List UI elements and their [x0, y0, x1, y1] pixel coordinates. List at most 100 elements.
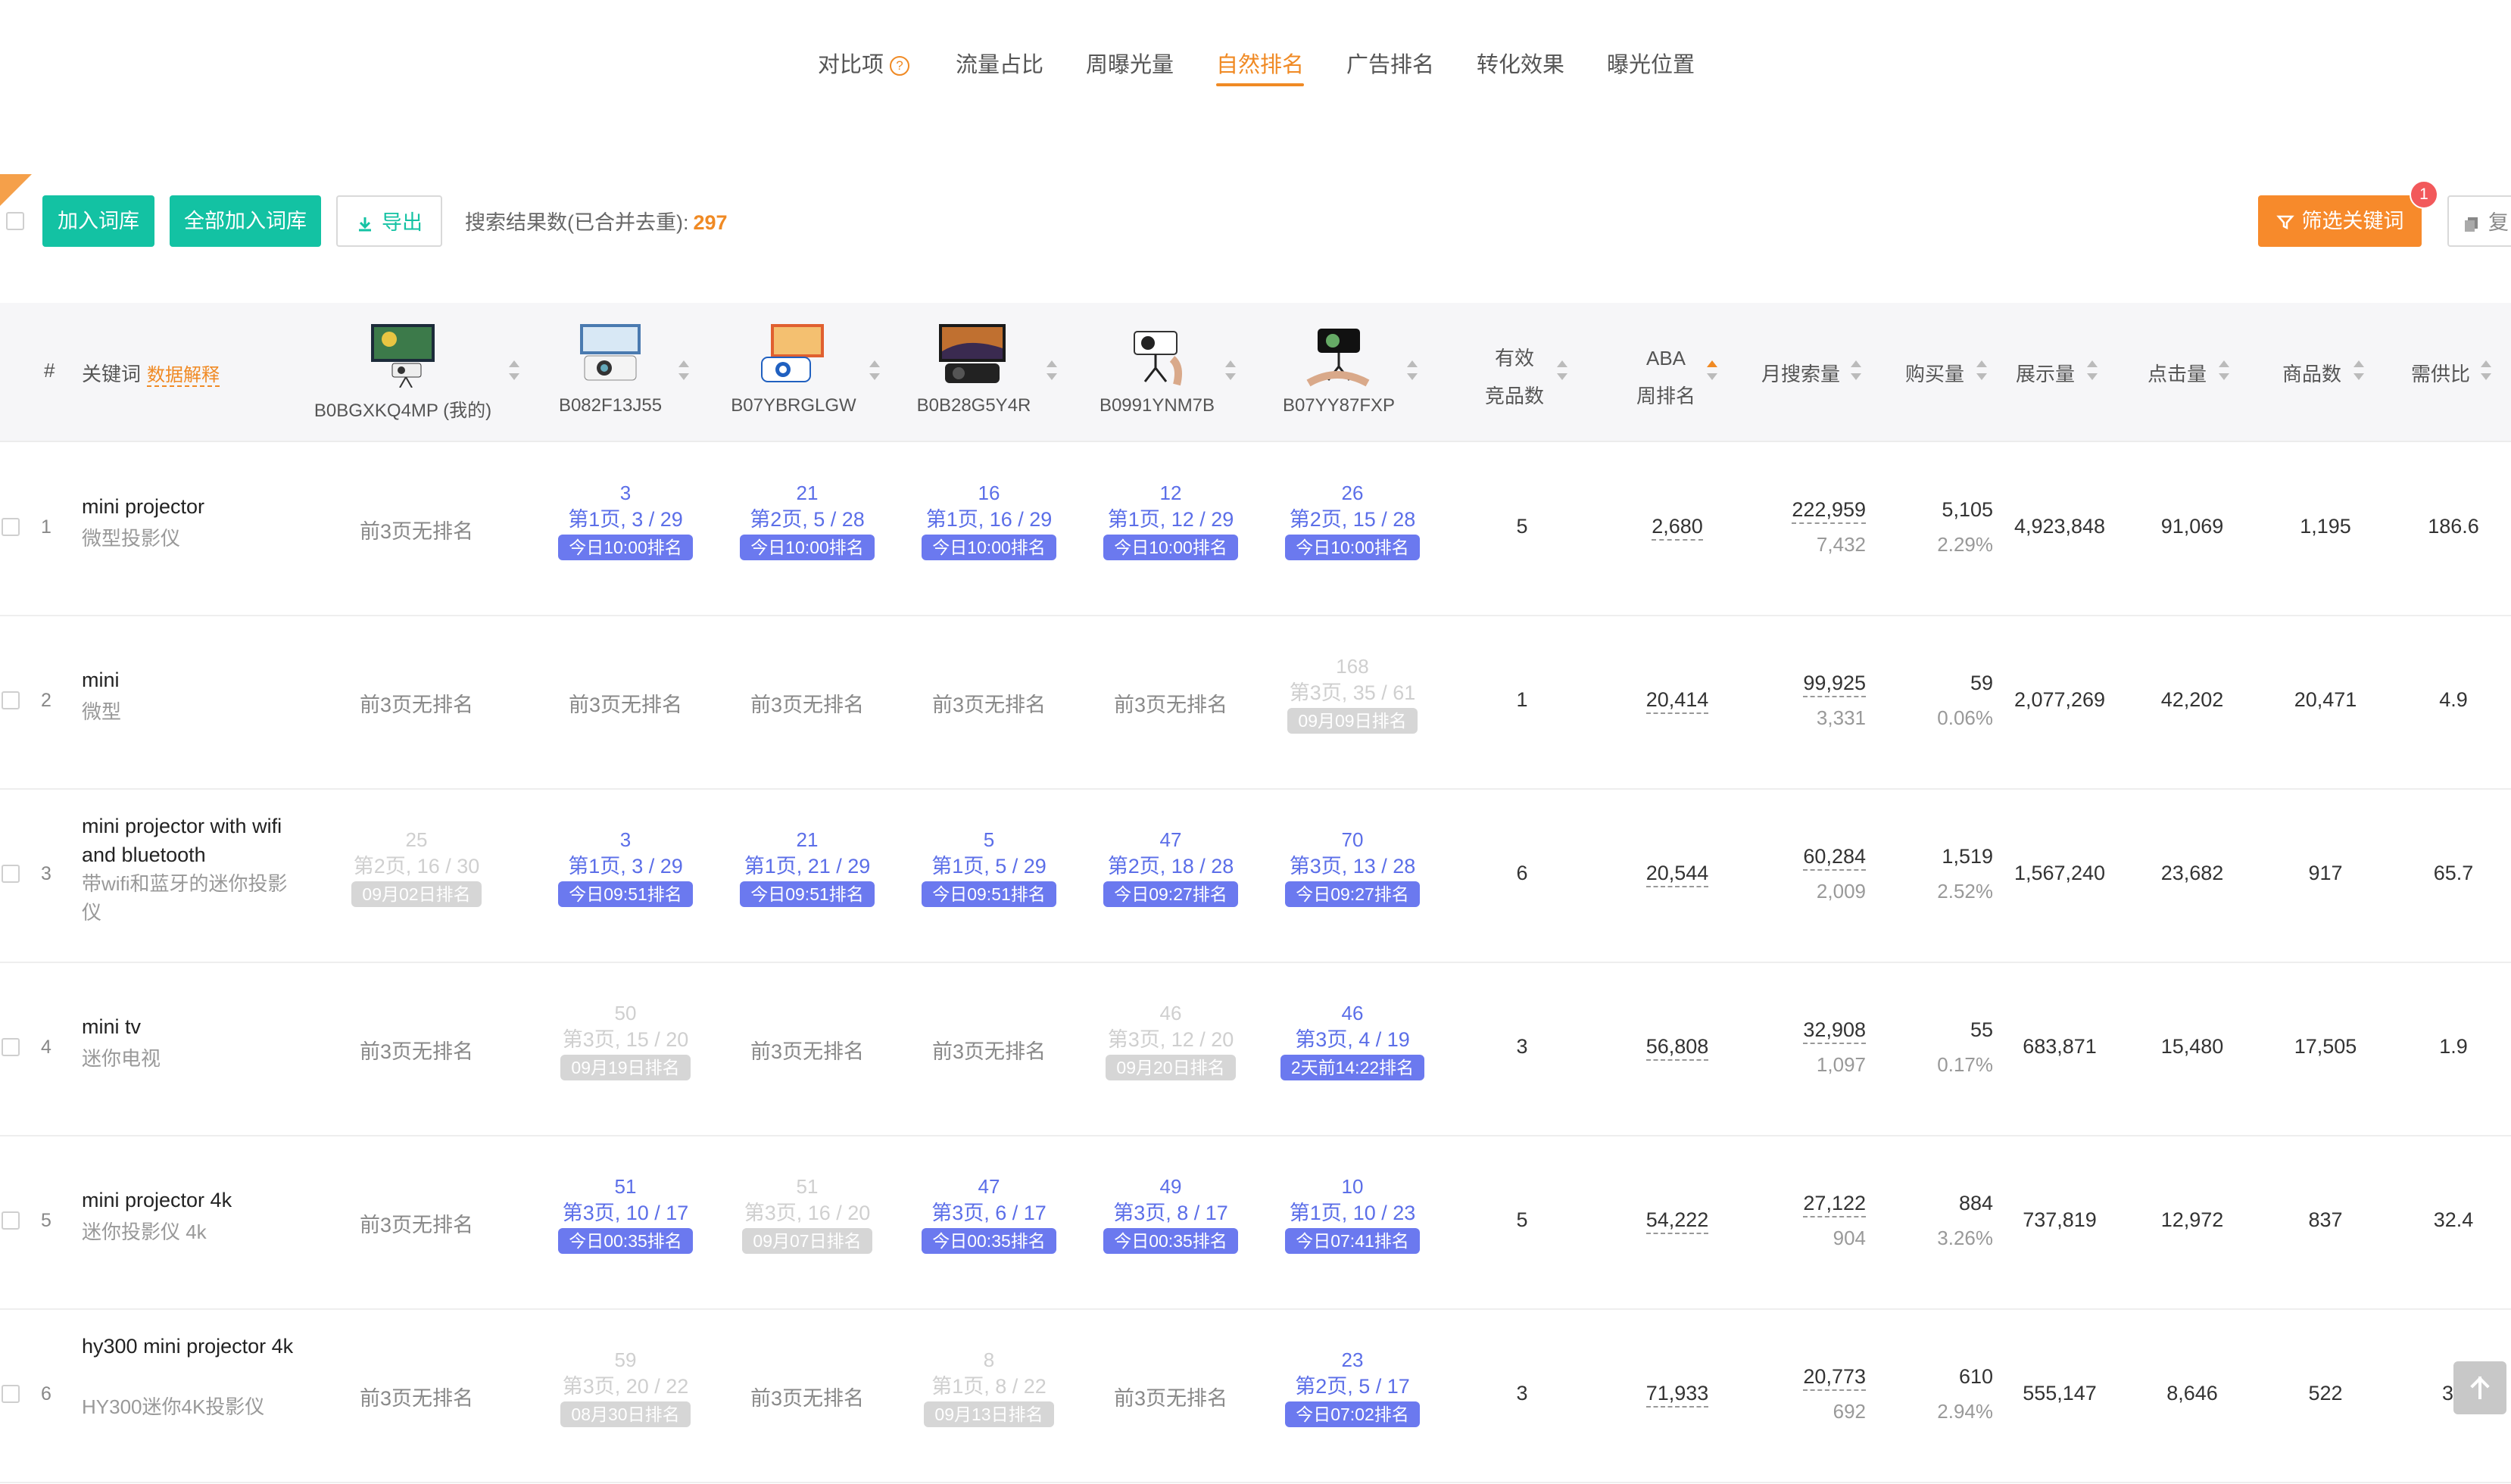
sort-icon[interactable]: [509, 360, 519, 380]
tab-exposure-position[interactable]: 曝光位置: [1607, 44, 1695, 86]
rank-cell[interactable]: 46 第3页, 12 / 20 09月20日排名: [1080, 1000, 1262, 1080]
row-checkbox[interactable]: [2, 865, 20, 883]
keyword-en[interactable]: hy300 mini projector 4k: [82, 1332, 301, 1361]
tab-ad-rank[interactable]: 广告排名: [1346, 44, 1434, 86]
clicks: 8,646: [2166, 1382, 2218, 1404]
aba-weekly-rank[interactable]: 2,680: [1628, 515, 1727, 541]
keyword-en[interactable]: mini projector 4k: [82, 1186, 301, 1214]
rank-none: 前3页无排名: [359, 1387, 474, 1410]
rank-number: 59: [614, 1348, 637, 1371]
rank-cell[interactable]: 10 第1页, 10 / 23 今日07:41排名: [1262, 1174, 1443, 1254]
rank-cell[interactable]: 59 第3页, 20 / 22 08月30日排名: [535, 1347, 716, 1427]
rank-cell[interactable]: 51 第3页, 10 / 17 今日00:35排名: [535, 1174, 716, 1254]
sort-icon[interactable]: [1976, 360, 1987, 380]
rank-cell[interactable]: 16 第1页, 16 / 29 今日10:00排名: [898, 480, 1080, 560]
rank-number: 50: [614, 1002, 637, 1024]
impressions: 4,923,848: [2013, 515, 2106, 538]
supply-demand-ratio: 186.6: [2428, 515, 2479, 538]
rank-cell[interactable]: 50 第3页, 15 / 20 09月19日排名: [535, 1000, 716, 1080]
rank-cell[interactable]: 5 第1页, 5 / 29 今日09:51排名: [898, 827, 1080, 907]
sort-icon[interactable]: [678, 360, 689, 380]
purchase-rate: 0.06%: [1937, 706, 1993, 729]
rank-cell[interactable]: 46 第3页, 4 / 19 2天前14:22排名: [1262, 1000, 1443, 1080]
row-checkbox[interactable]: [2, 518, 20, 536]
monthly-search[interactable]: 60,284: [1734, 845, 1866, 871]
aba-weekly-rank[interactable]: 20,414: [1628, 688, 1727, 714]
sort-icon[interactable]: [2087, 360, 2098, 380]
sort-icon[interactable]: [1047, 360, 1057, 380]
rank-cell[interactable]: 25 第2页, 16 / 30 09月02日排名: [326, 827, 507, 907]
rank-cell[interactable]: 47 第2页, 18 / 28 今日09:27排名: [1080, 827, 1262, 907]
monthly-search[interactable]: 20,773: [1734, 1365, 1866, 1391]
supply-demand-ratio: 4.9: [2439, 688, 2468, 711]
data-explain-link[interactable]: 数据解释: [147, 365, 220, 387]
row-checkbox[interactable]: [2, 691, 20, 709]
monthly-search[interactable]: 99,925: [1734, 672, 1866, 697]
aba-weekly-rank[interactable]: 56,808: [1628, 1035, 1727, 1061]
export-button[interactable]: 导出: [336, 195, 442, 247]
sort-icon[interactable]: [869, 360, 880, 380]
scroll-top-icon[interactable]: [2453, 1361, 2506, 1414]
rank-time-tag: 今日07:02排名: [1285, 1401, 1420, 1427]
keyword-cn: 迷你电视: [82, 1047, 161, 1070]
rank-cell[interactable]: 12 第1页, 12 / 29 今日10:00排名: [1080, 480, 1262, 560]
rank-cell[interactable]: 3 第1页, 3 / 29 今日10:00排名: [535, 480, 716, 560]
aba-weekly-rank[interactable]: 54,222: [1628, 1208, 1727, 1234]
rank-cell[interactable]: 8 第1页, 8 / 22 09月13日排名: [898, 1347, 1080, 1427]
rank-cell[interactable]: 168 第3页, 35 / 61 09月09日排名: [1262, 653, 1443, 734]
rank-page-position: 第3页, 8 / 17: [1113, 1202, 1228, 1224]
rank-cell[interactable]: 23 第2页, 5 / 17 今日07:02排名: [1262, 1347, 1443, 1427]
rank-page-position: 第1页, 3 / 29: [568, 508, 683, 531]
sort-icon[interactable]: [2353, 360, 2364, 380]
rank-none: 前3页无排名: [359, 1214, 474, 1236]
rank-number: 8: [983, 1348, 995, 1371]
sort-icon[interactable]: [2481, 360, 2491, 380]
impressions: 737,819: [2023, 1208, 2097, 1231]
select-all-checkbox[interactable]: [6, 212, 24, 230]
row-checkbox[interactable]: [2, 1038, 20, 1056]
help-icon[interactable]: ?: [890, 56, 910, 76]
rank-cell[interactable]: 3 第1页, 3 / 29 今日09:51排名: [535, 827, 716, 907]
sort-icon[interactable]: [1851, 360, 1861, 380]
filter-icon: [2275, 215, 2294, 229]
tab-organic-rank[interactable]: 自然排名: [1216, 44, 1305, 86]
add-all-to-library-button[interactable]: 全部加入词库: [170, 195, 321, 247]
filter-keywords-button[interactable]: 筛选关键词: [2258, 195, 2422, 247]
keyword-en[interactable]: mini tv: [82, 1012, 301, 1041]
rank-time-tag: 今日10:00排名: [1103, 535, 1238, 560]
rank-none: 前3页无排名: [750, 1040, 865, 1063]
copy-button[interactable]: 复: [2447, 195, 2511, 247]
row-checkbox[interactable]: [2, 1211, 20, 1230]
rank-time-tag: 09月09日排名: [1287, 708, 1418, 734]
tab-traffic-share[interactable]: 流量占比: [956, 44, 1043, 86]
rank-cell[interactable]: 70 第3页, 13 / 28 今日09:27排名: [1262, 827, 1443, 907]
add-to-library-button[interactable]: 加入词库: [42, 195, 154, 247]
aba-weekly-rank[interactable]: 71,933: [1628, 1382, 1727, 1408]
clicks: 42,202: [2160, 688, 2224, 711]
tab-weekly-impressions[interactable]: 周曝光量: [1086, 44, 1174, 86]
monthly-search[interactable]: 32,908: [1734, 1018, 1866, 1044]
rank-cell[interactable]: 21 第1页, 21 / 29 今日09:51排名: [716, 827, 898, 907]
rank-cell[interactable]: 26 第2页, 15 / 28 今日10:00排名: [1262, 480, 1443, 560]
rank-cell[interactable]: 49 第3页, 8 / 17 今日00:35排名: [1080, 1174, 1262, 1254]
rank-cell[interactable]: 51 第3页, 16 / 20 09月07日排名: [716, 1174, 898, 1254]
sort-icon[interactable]: [1225, 360, 1236, 380]
keyword-en[interactable]: mini projector: [82, 492, 301, 521]
monthly-search[interactable]: 222,959: [1734, 498, 1866, 524]
rank-cell[interactable]: 47 第3页, 6 / 17 今日00:35排名: [898, 1174, 1080, 1254]
rank-number: 51: [796, 1175, 819, 1198]
rank-page-position: 第1页, 21 / 29: [744, 855, 871, 878]
monthly-search[interactable]: 27,122: [1734, 1192, 1866, 1217]
keyword-en[interactable]: mini projector with wifi and bluetooth: [82, 812, 301, 869]
aba-weekly-rank[interactable]: 20,544: [1628, 862, 1727, 887]
keyword-en[interactable]: mini: [82, 666, 301, 694]
sort-icon[interactable]: [1557, 360, 1567, 380]
sort-icon[interactable]: [2219, 360, 2229, 380]
rank-cell[interactable]: 21 第2页, 5 / 28 今日10:00排名: [716, 480, 898, 560]
valid-competitors: 3: [1516, 1382, 1528, 1404]
sort-icon[interactable]: [1407, 360, 1418, 380]
tab-conversion[interactable]: 转化效果: [1477, 44, 1564, 86]
sort-icon[interactable]: [1707, 360, 1717, 380]
row-checkbox[interactable]: [2, 1385, 20, 1403]
tab-compare[interactable]: 对比项?: [818, 44, 910, 86]
